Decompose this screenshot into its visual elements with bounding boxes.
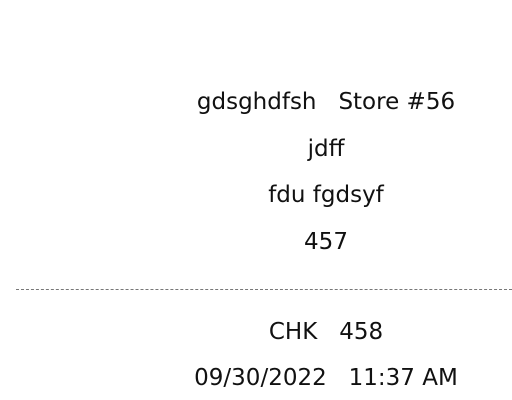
- address-line-3: 457: [304, 229, 348, 255]
- date-time-line: 09/30/2022 11:37 AM: [194, 365, 458, 391]
- address-line-2: fdu fgdsyf: [268, 182, 384, 208]
- dashed-divider: [16, 289, 512, 290]
- store-name-line: gdsghdfsh Store #56: [196, 89, 456, 115]
- check-number-line: CHK 458: [268, 319, 384, 345]
- receipt: gdsghdfsh Store #56 jdff fdu fgdsyf 457 …: [0, 0, 512, 400]
- address-line-1: jdff: [307, 136, 345, 162]
